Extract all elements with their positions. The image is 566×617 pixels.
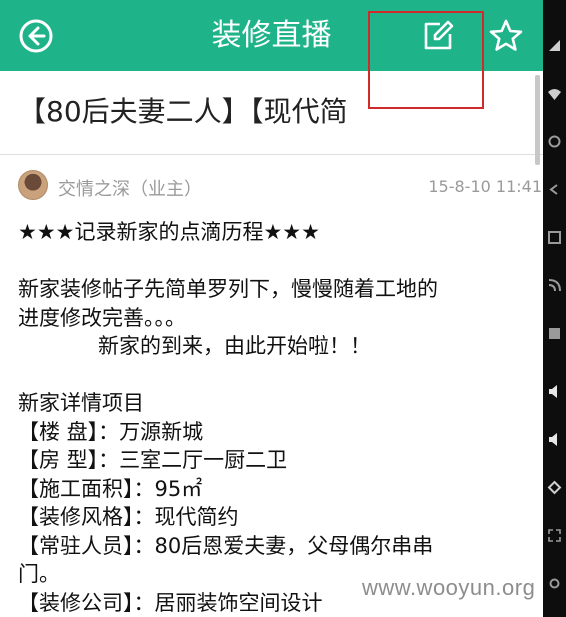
expand-icon bbox=[548, 529, 561, 542]
signal-icon bbox=[549, 40, 560, 51]
content-line: ★★★记录新家的点滴历程★★★ bbox=[18, 220, 320, 244]
settings-icon bbox=[548, 135, 561, 148]
back-icon bbox=[19, 19, 53, 52]
post-title: 【80后夫妻二人】【现代简 bbox=[18, 95, 348, 128]
volume-down-icon bbox=[549, 433, 557, 446]
author-name[interactable]: 交情之深（业主） bbox=[58, 175, 202, 201]
scrollbar[interactable] bbox=[535, 75, 540, 165]
content-line: 新家的到来，由此开始啦！！ bbox=[98, 334, 371, 358]
content-line: 【楼 盘】：万源新城 bbox=[18, 419, 204, 444]
avatar[interactable] bbox=[18, 170, 48, 200]
content-line: 【装修风格】：现代简约 bbox=[18, 505, 239, 529]
grid-icon bbox=[549, 328, 560, 339]
content-line: 【房 型】：三室二厅一厨二卫 bbox=[18, 448, 288, 472]
content-line bbox=[18, 361, 528, 390]
volume-icon bbox=[549, 385, 557, 398]
favorite-button[interactable] bbox=[476, 0, 536, 71]
edit-button[interactable] bbox=[408, 0, 468, 71]
watermark: www.wooyun.org bbox=[362, 575, 536, 600]
wifi-icon bbox=[548, 89, 561, 100]
content-line: 【施工面积】：95㎡ bbox=[18, 476, 203, 501]
star-icon bbox=[489, 19, 523, 51]
screen-icon bbox=[548, 231, 561, 244]
divider bbox=[0, 154, 543, 155]
camera-icon bbox=[549, 578, 560, 589]
post-timestamp: 15-8-10 11:41 bbox=[428, 177, 542, 196]
post-content: ★★★记录新家的点滴历程★★★ 新家装修帖子先简单罗列下，慢慢随着工地的 进度修… bbox=[18, 218, 528, 617]
content-line: 【常驻人员】：80后恩爱夫妻，父母偶尔串串 bbox=[18, 533, 434, 558]
rotate-icon bbox=[547, 480, 562, 495]
content-line: 进度修改完善。。。 bbox=[18, 305, 186, 330]
system-sidebar bbox=[543, 0, 566, 617]
edit-icon bbox=[424, 20, 454, 49]
content-line: 新家详情项目 bbox=[18, 391, 144, 415]
arrow-icon bbox=[549, 184, 558, 195]
content-line: 新家装修帖子先简单罗列下，慢慢随着工地的 bbox=[18, 277, 438, 301]
rss-icon bbox=[548, 279, 561, 292]
content-line bbox=[18, 247, 528, 276]
back-button[interactable] bbox=[6, 0, 66, 71]
